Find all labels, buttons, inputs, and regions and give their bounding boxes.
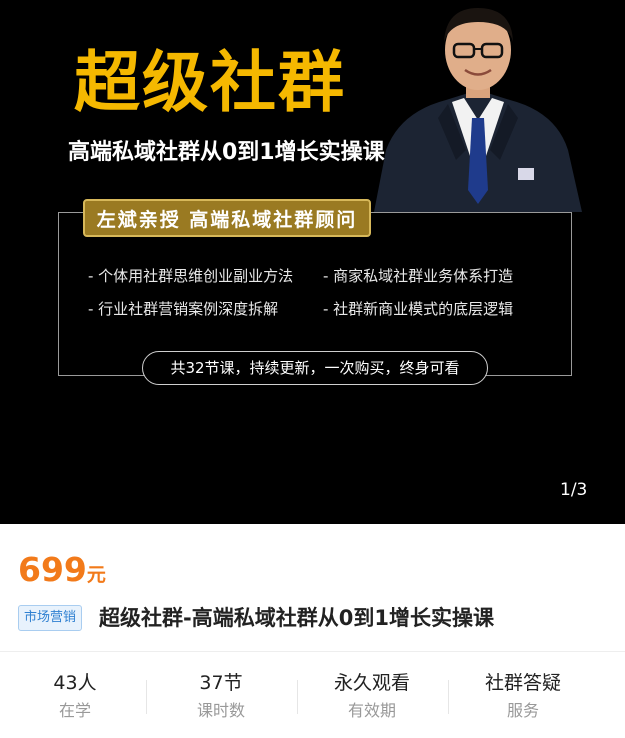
category-tag[interactable]: 市场营销: [18, 605, 83, 631]
stat-students: 43人 在学: [0, 670, 150, 723]
course-title: 超级社群-高端私域社群从0到1增长实操课: [99, 606, 494, 630]
course-banner-carousel[interactable]: 超级社群 高端私域社群从0到1增长实操课 左斌亲授 高端私域社群顾问 - 个体用…: [0, 0, 625, 524]
price-unit: 元: [86, 564, 106, 586]
instructor-photo: [374, 8, 582, 212]
feature-item: - 个体用社群思维创业副业方法: [88, 267, 294, 285]
stat-value: 永久观看: [333, 672, 410, 694]
stat-service: 社群答疑 服务: [448, 670, 598, 723]
banner-title: 超级社群: [74, 44, 346, 121]
stat-label: 有效期: [347, 701, 396, 720]
divider: [0, 651, 625, 652]
price-value: 699: [18, 550, 87, 589]
stat-validity: 永久观看 有效期: [297, 670, 447, 723]
feature-item: - 商家私域社群业务体系打造: [323, 267, 514, 285]
stat-label: 在学: [58, 701, 91, 720]
price: 699元: [18, 550, 106, 589]
banner-subtitle: 高端私域社群从0到1增长实操课: [68, 140, 385, 165]
stat-value: 43人: [53, 672, 97, 694]
stat-label: 服务: [506, 701, 539, 720]
stat-value: 37节: [199, 672, 243, 694]
feature-item: - 行业社群营销案例深度拆解: [88, 300, 279, 318]
stat-label: 课时数: [196, 701, 245, 720]
stat-lessons: 37节 课时数: [146, 670, 296, 723]
feature-item: - 社群新商业模式的底层逻辑: [323, 300, 514, 318]
instructor-badge: 左斌亲授 高端私域社群顾问: [83, 199, 371, 237]
image-counter: 1/3: [560, 480, 588, 500]
stat-value: 社群答疑: [484, 672, 561, 694]
lesson-note-pill: 共32节课，持续更新，一次购买，终身可看: [142, 351, 488, 385]
